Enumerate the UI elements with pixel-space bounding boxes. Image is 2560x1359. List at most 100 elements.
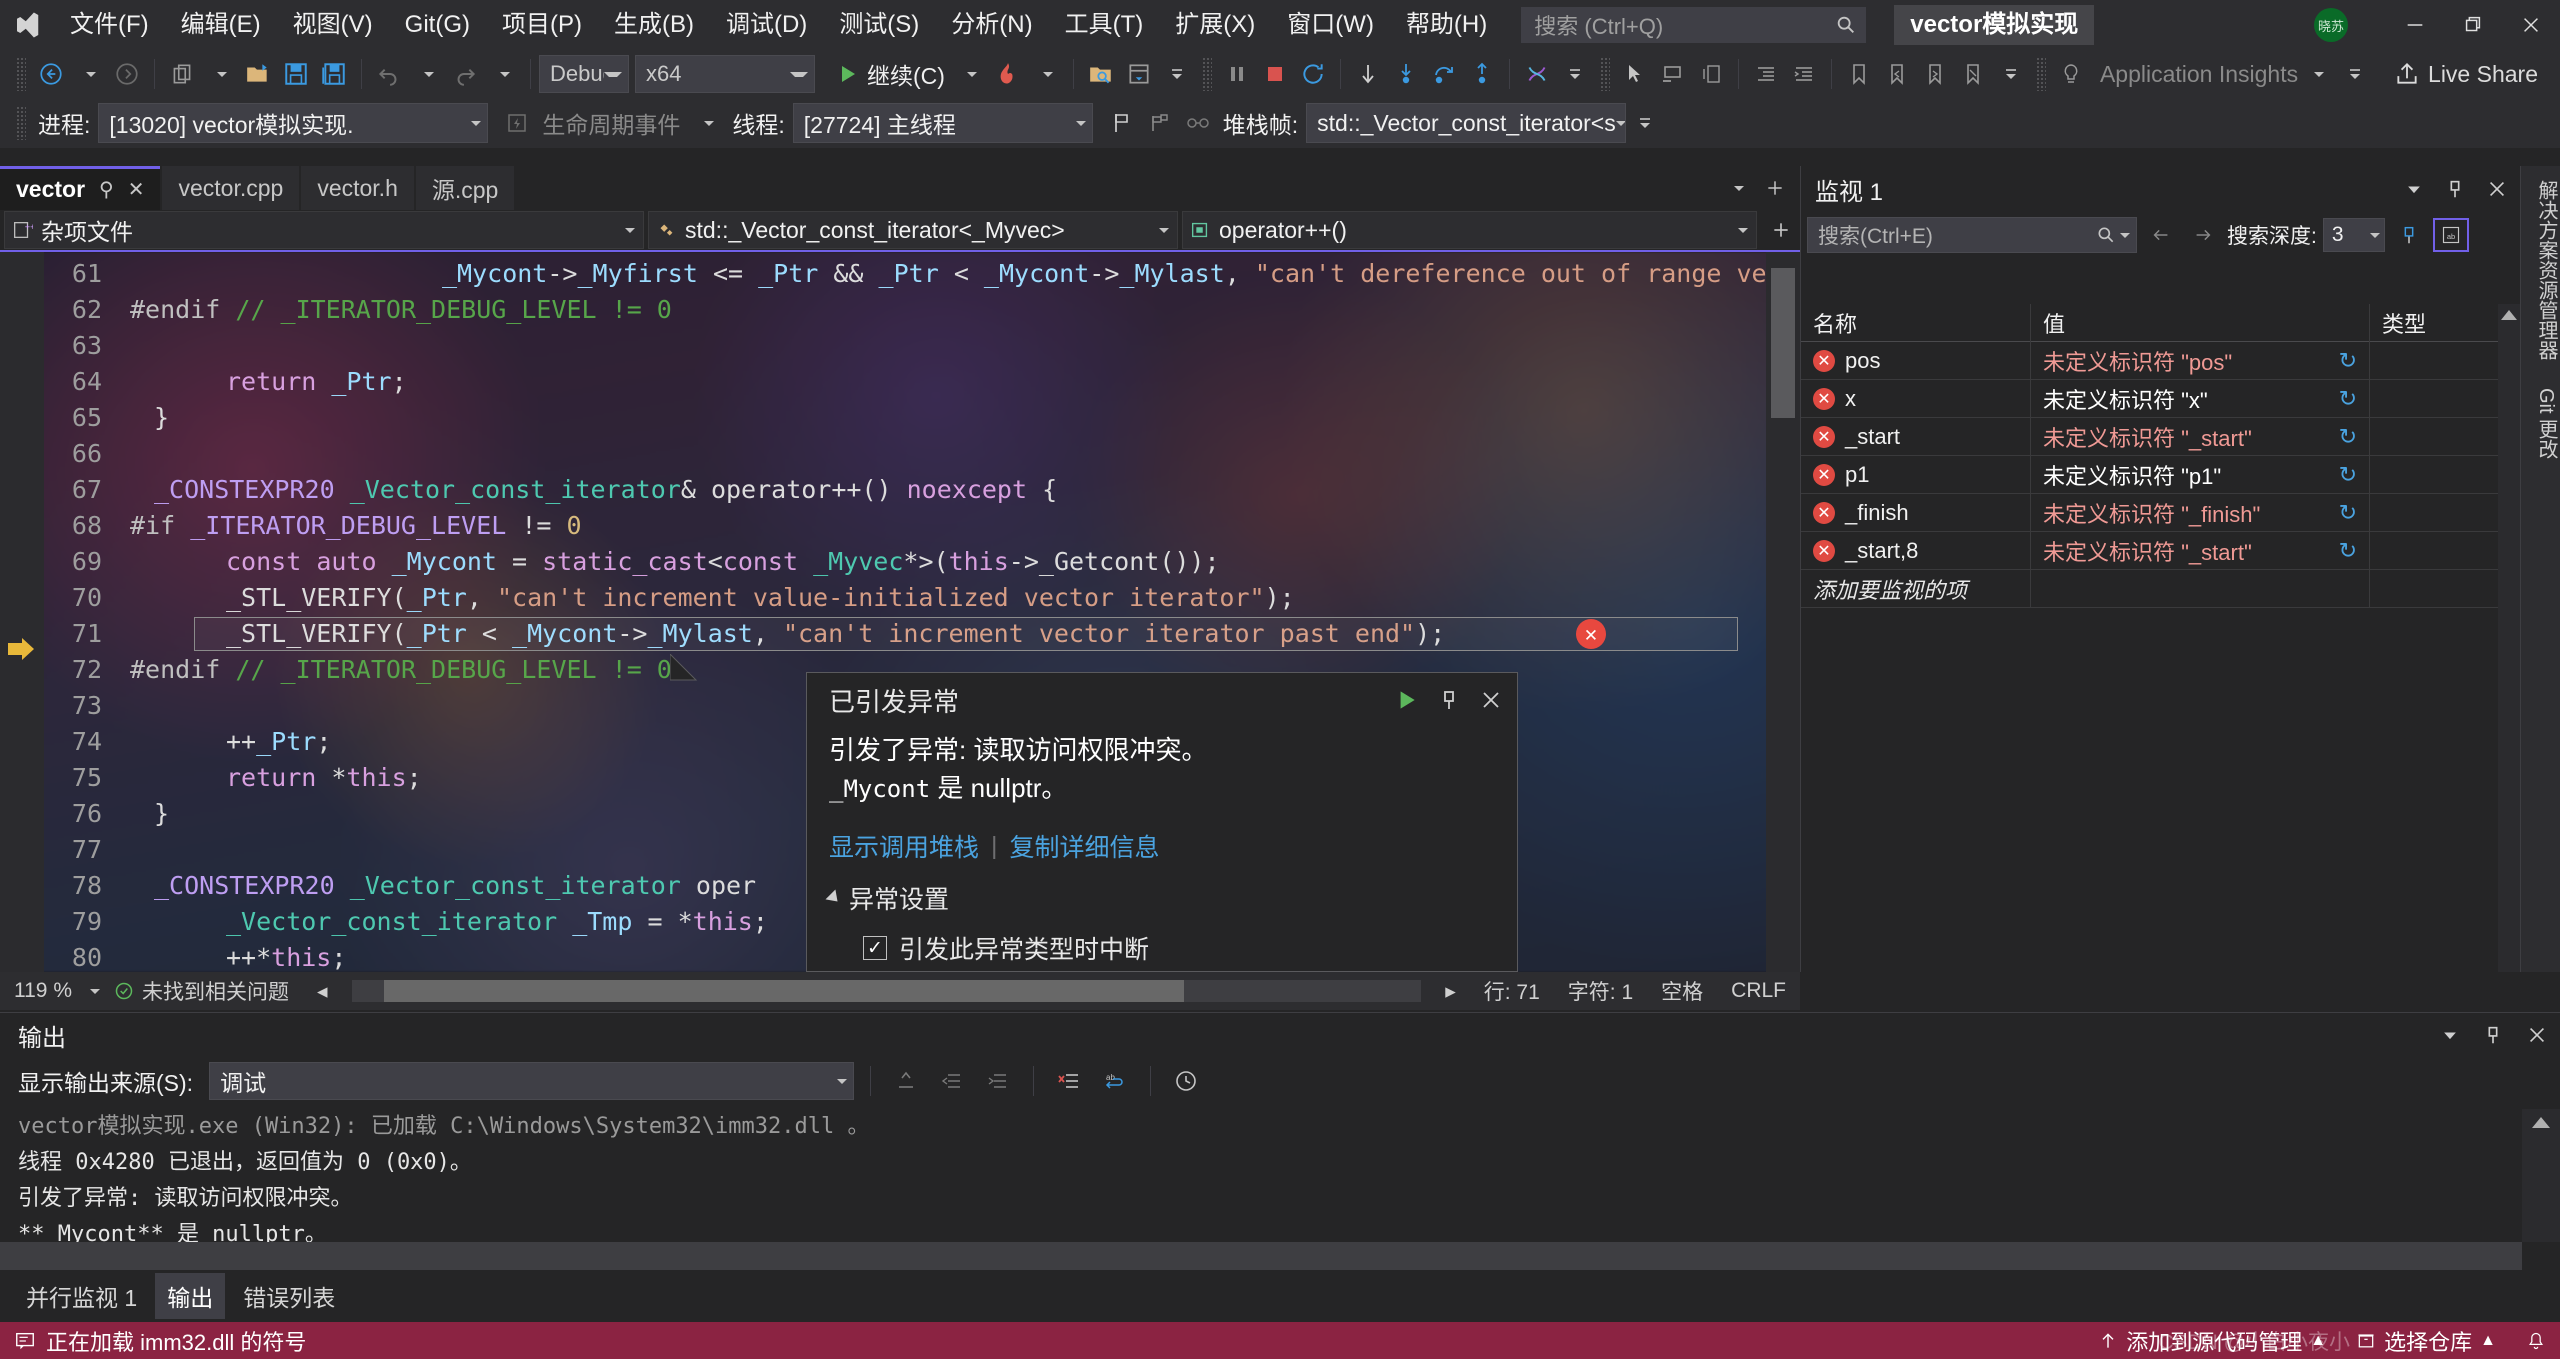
menu-project[interactable]: 项目(P): [486, 0, 598, 50]
chevron-down-icon-output[interactable]: [2440, 1025, 2460, 1045]
close-icon-watch[interactable]: [2486, 178, 2508, 200]
save-all-button[interactable]: [315, 54, 353, 94]
save-button[interactable]: [277, 54, 315, 94]
menu-edit[interactable]: 编辑(E): [165, 0, 277, 50]
clear-bookmarks-button[interactable]: [1954, 54, 1992, 94]
output-vertical-scrollbar[interactable]: [2522, 1109, 2560, 1242]
continue-dropdown[interactable]: [951, 54, 989, 94]
pin-column-button[interactable]: [2391, 218, 2427, 252]
code-line[interactable]: 70 _STL_VERIFY(_Ptr, "can't increment val…: [44, 580, 1766, 616]
watch-row[interactable]: ✕ _start,8 未定义标识符 "_start" ↻: [1801, 531, 2520, 570]
code-line[interactable]: 69 const auto _Mycont = static_cast<const…: [44, 544, 1766, 580]
editor-vertical-scrollbar[interactable]: [1766, 252, 1800, 972]
exception-popup[interactable]: 已引发异常 引发了异常: 读取访问权限冲突。 _Mycont 是 nullptr…: [806, 672, 1518, 972]
vtab-solution-explorer[interactable]: 解决方案资源管理器: [2521, 166, 2560, 374]
minimize-button[interactable]: [2386, 0, 2444, 50]
pin-icon-output[interactable]: [2482, 1024, 2504, 1046]
zoom-dropdown-icon[interactable]: [90, 988, 100, 994]
close-button[interactable]: [2502, 0, 2560, 50]
step-into-button[interactable]: [1387, 54, 1425, 94]
open-file-button[interactable]: [239, 54, 277, 94]
watch-add-row[interactable]: 添加要监视的项: [1801, 569, 2520, 608]
refresh-icon[interactable]: ↻: [2339, 386, 2357, 412]
watch-row-value[interactable]: 未定义标识符 "_start" ↻: [2031, 417, 2370, 456]
step-out-button[interactable]: [1463, 54, 1501, 94]
search-next-button[interactable]: [2185, 218, 2221, 252]
watch-row-name[interactable]: ✕ x: [1801, 379, 2031, 418]
watch-search-input[interactable]: 搜索(Ctrl+E): [1807, 217, 2137, 253]
previous-message-button[interactable]: [933, 1061, 971, 1101]
watch-row-name[interactable]: ✕ _finish: [1801, 493, 2031, 532]
menu-bar[interactable]: 文件(F) 编辑(E) 视图(V) Git(G) 项目(P) 生成(B) 调试(…: [54, 0, 1503, 50]
code-line[interactable]: 61 _Mycont->_Myfirst <= _Ptr && _Ptr < _M…: [44, 256, 1800, 292]
code-line[interactable]: 68 #if _ITERATOR_DEBUG_LEVEL != 0: [44, 508, 1766, 544]
show-all-windows-button[interactable]: [1120, 54, 1158, 94]
notifications-button[interactable]: [2526, 1331, 2546, 1351]
stop-debugging-button[interactable]: [1256, 54, 1294, 94]
code-line[interactable]: 66: [44, 436, 1766, 472]
output-horizontal-scrollbar[interactable]: [0, 1242, 2522, 1270]
toolbar-grip-2[interactable]: [1201, 57, 1212, 91]
watch-vertical-scrollbar[interactable]: [2498, 304, 2520, 972]
select-repository-button[interactable]: 选择仓库 ▲: [2356, 1325, 2496, 1357]
menu-help[interactable]: 帮助(H): [1390, 0, 1503, 50]
undo-button[interactable]: [370, 54, 408, 94]
watch-row[interactable]: ✕ _start 未定义标识符 "_start" ↻: [1801, 417, 2520, 456]
navigate-forward-button[interactable]: [108, 54, 146, 94]
scroll-left-arrow[interactable]: ◂: [303, 979, 342, 1004]
watch-row-value[interactable]: 未定义标识符 "pos" ↻: [2031, 341, 2370, 380]
editor-hscroll-thumb[interactable]: [383, 980, 1184, 1002]
redo-button[interactable]: [446, 54, 484, 94]
indentation-mode[interactable]: 空格: [1647, 976, 1717, 1006]
undo-dropdown[interactable]: [408, 54, 446, 94]
next-message-button[interactable]: [979, 1061, 1017, 1101]
bottom-tab-output[interactable]: 输出: [155, 1273, 226, 1319]
watch-row[interactable]: ✕ pos 未定义标识符 "pos" ↻: [1801, 341, 2520, 380]
navbar-add-button[interactable]: [1762, 210, 1800, 250]
watch-row[interactable]: ✕ p1 未定义标识符 "p1" ↻: [1801, 455, 2520, 494]
lifecycle-dropdown[interactable]: [688, 103, 726, 143]
quick-search-input[interactable]: 搜索 (Ctrl+Q): [1521, 7, 1867, 43]
toolbar-grip-3[interactable]: [1599, 57, 1610, 91]
search-prev-button[interactable]: [2143, 218, 2179, 252]
issues-indicator[interactable]: 未找到相关问题: [100, 976, 303, 1006]
restart-button[interactable]: [1294, 54, 1332, 94]
watch-row-value[interactable]: 未定义标识符 "p1" ↻: [2031, 455, 2370, 494]
pin-icon-watch[interactable]: [2444, 178, 2466, 200]
link-threads-icon[interactable]: [1179, 103, 1217, 143]
tab-vector[interactable]: vector ⚲ ✕: [0, 166, 161, 210]
watch-row[interactable]: ✕ _finish 未定义标识符 "_finish" ↻: [1801, 493, 2520, 532]
tab-source-cpp[interactable]: 源.cpp: [415, 166, 515, 210]
toolbar-grip-4[interactable]: [2035, 57, 2046, 91]
watch-row-name[interactable]: ✕ pos: [1801, 341, 2031, 380]
watch-row-value[interactable]: 未定义标识符 "x" ↻: [2031, 379, 2370, 418]
editor-gutter[interactable]: [0, 252, 44, 972]
code-line[interactable]: 65}: [44, 400, 1766, 436]
indent-guide-button[interactable]: [1692, 54, 1730, 94]
watch-row-name[interactable]: ✕ _start,8: [1801, 531, 2031, 570]
editor-horizontal-scrollbar[interactable]: [351, 980, 1422, 1002]
debugbar-grip[interactable]: [16, 106, 26, 140]
solution-configuration-combo[interactable]: Debug: [539, 55, 629, 93]
show-timestamps-button[interactable]: [1167, 1061, 1205, 1101]
menu-git[interactable]: Git(G): [389, 0, 486, 50]
watch-search-dropdown-icon[interactable]: [2120, 232, 2130, 238]
tab-vector-cpp[interactable]: vector.cpp: [162, 166, 300, 210]
toolbar-grip[interactable]: [16, 57, 26, 91]
menu-tools[interactable]: 工具(T): [1049, 0, 1160, 50]
code-line[interactable]: 63: [44, 328, 1766, 364]
code-line[interactable]: 64 return _Ptr;: [44, 364, 1766, 400]
menu-build[interactable]: 生成(B): [598, 0, 710, 50]
lightbulb-icon[interactable]: [2052, 54, 2090, 94]
avatar[interactable]: 晓苏: [2314, 8, 2348, 42]
navigate-back-dropdown[interactable]: [70, 54, 108, 94]
close-icon-popup[interactable]: [1479, 688, 1503, 712]
next-bookmark-button[interactable]: [1916, 54, 1954, 94]
bottom-tab-error-list[interactable]: 错误列表: [231, 1273, 347, 1319]
application-insights-dropdown[interactable]: [2298, 54, 2336, 94]
scroll-right-arrow[interactable]: ▸: [1431, 979, 1470, 1004]
refresh-icon[interactable]: ↻: [2339, 424, 2357, 450]
navigate-back-button[interactable]: [32, 54, 70, 94]
vtab-git-changes[interactable]: Git 更改: [2521, 374, 2560, 473]
toggle-bookmark-button[interactable]: [1840, 54, 1878, 94]
